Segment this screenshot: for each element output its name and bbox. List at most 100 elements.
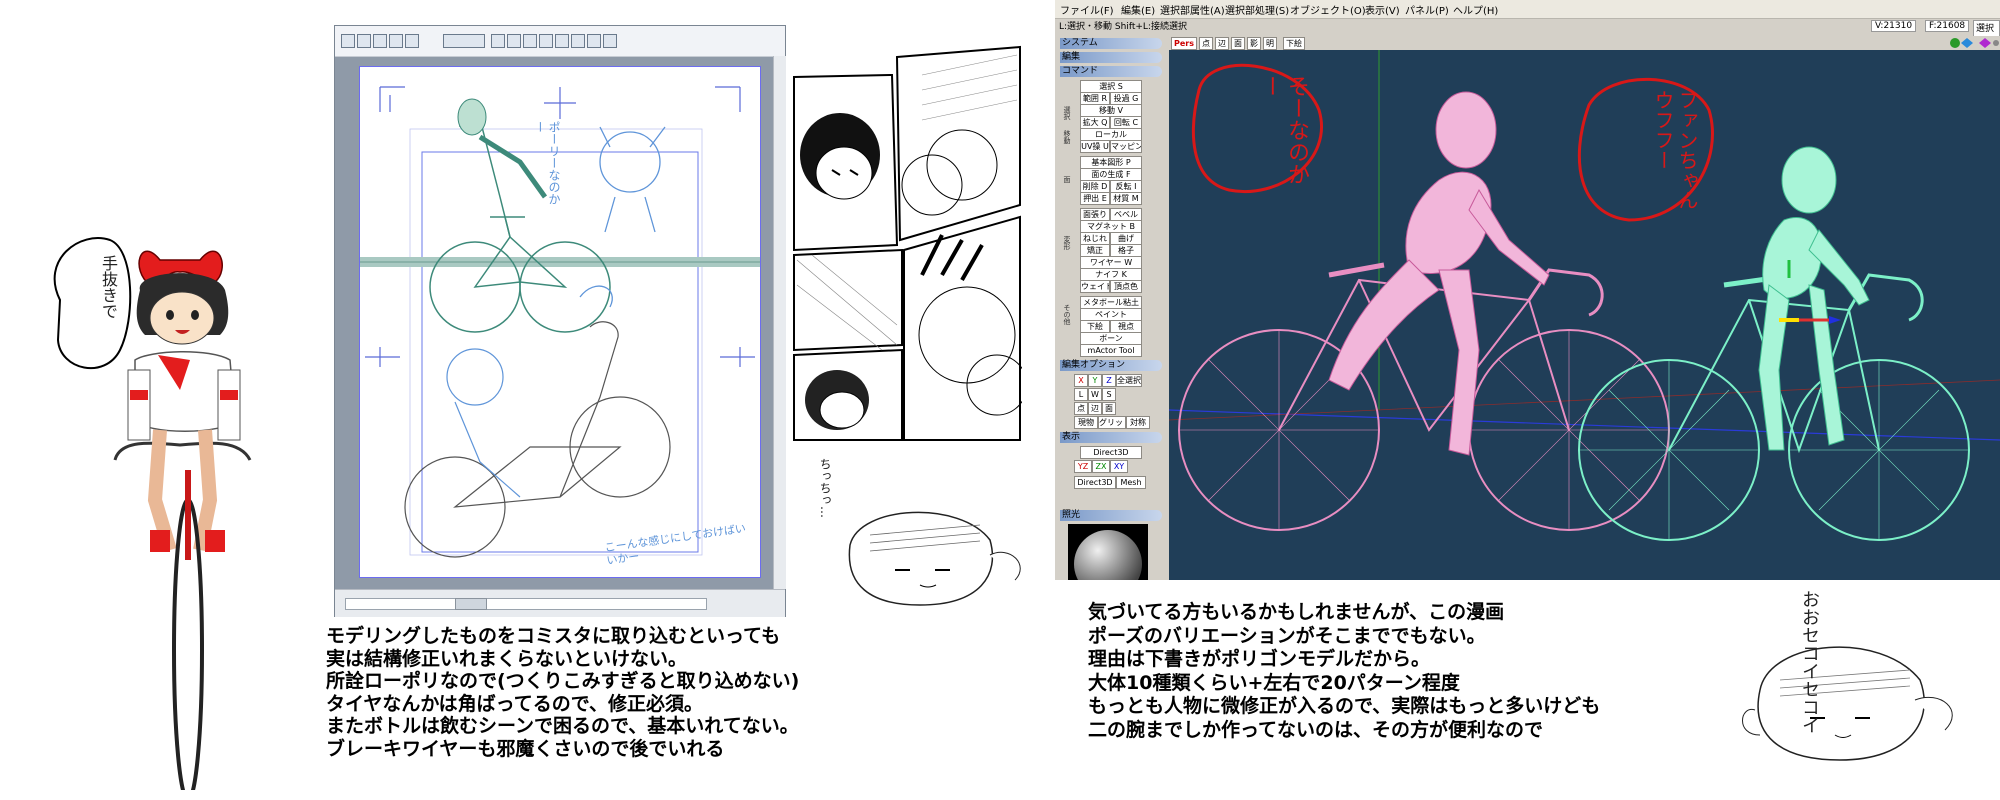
viewport-toolbar: Pers 点 辺 面 影 明 下絵: [1169, 36, 2000, 50]
toolbar-button[interactable]: [587, 34, 601, 48]
side-label-deform: 変形: [1063, 236, 1071, 250]
view-xy[interactable]: XY: [1110, 460, 1128, 473]
cmd-weight[interactable]: ウェイト: [1080, 280, 1110, 293]
direct3d-toggle[interactable]: Direct3D: [1080, 446, 1142, 459]
view-face-button[interactable]: 面: [1231, 37, 1245, 50]
menu-view[interactable]: 表示(V): [1365, 2, 1400, 17]
command-panel: システム 編集 コマンド 選択 S 範囲 R 投過 G 移動 V 拡大 Q 回転…: [1060, 36, 1168, 580]
option-l[interactable]: L: [1074, 388, 1088, 401]
caption-left-line: ブレーキワイヤーも邪魔くさいので後でいれる: [326, 737, 725, 760]
section-display[interactable]: 表示: [1060, 432, 1162, 443]
view-zx[interactable]: ZX: [1092, 460, 1110, 473]
caption-right-line: ポーズのバリエーションがそこまででもない。: [1088, 624, 1486, 647]
toolbar-button[interactable]: [357, 34, 371, 48]
chibi-sketch-middle: [848, 511, 1021, 606]
corner-sketch-text: おおセコイセコイ: [1799, 590, 1820, 734]
axis-x-toggle[interactable]: X: [1074, 374, 1088, 387]
section-command[interactable]: コマンド: [1060, 66, 1162, 77]
cmd-uv[interactable]: UV操 U: [1080, 140, 1110, 153]
pink-figure-model: [1328, 91, 1550, 456]
sfx-small-text: ちっちっ…: [818, 458, 832, 518]
comicstudio-statusbar: [335, 589, 785, 617]
select-all-toggle[interactable]: 全選択: [1116, 374, 1142, 387]
toolbar-button[interactable]: [389, 34, 403, 48]
toolbar-button[interactable]: [405, 34, 419, 48]
annotation-right-text: ファンちゃんウフフー: [1651, 90, 1699, 210]
caption-left: モデリングしたものをコミスタに取り込むといっても 実は結構修正いれまくらないとい…: [326, 625, 799, 760]
cmd-material[interactable]: 材質 M: [1110, 192, 1142, 205]
horizontal-scrollbar[interactable]: [345, 598, 707, 610]
grid-toggle[interactable]: グリッド: [1098, 416, 1126, 429]
caption-right-line: 大体10種類くらい+左右で20パターン程度: [1088, 671, 1460, 694]
toolbar-button[interactable]: [603, 34, 617, 48]
caption-right-line: もっとも人物に微修正が入るので、実際はもっと多いけども: [1088, 695, 1601, 717]
object-toggle[interactable]: 現物: [1074, 416, 1098, 429]
vertical-scrollbar[interactable]: [773, 56, 786, 589]
zoom-field[interactable]: [443, 34, 485, 48]
section-edit-option[interactable]: 編集オプション: [1060, 360, 1162, 371]
comicstudio-window: ポーリーなのかー こーんな感じにしておけばいいかー: [334, 25, 786, 617]
caption-right: 気づいてる方もいるかもしれませんが、この漫画 ポーズのバリエーションがそこまでで…: [1088, 601, 1600, 742]
3d-viewport[interactable]: そーなのかー ファンちゃんウフフー: [1168, 50, 2000, 580]
face-count: F:21608: [1925, 20, 1970, 32]
menu-help[interactable]: ヘルプ(H): [1453, 2, 1498, 17]
cmd-vertex-color[interactable]: 頂点色: [1110, 280, 1142, 293]
symmetry-toggle[interactable]: 対称: [1126, 416, 1150, 429]
toolbar-button[interactable]: [555, 34, 569, 48]
toolbar-button[interactable]: [539, 34, 553, 48]
menu-bar: ファイル(F) 編集(E) 選択部属性(A) 選択部処理(S) オブジェクト(O…: [1055, 0, 2000, 19]
toolbar-button[interactable]: [571, 34, 585, 48]
side-label-move: 移動: [1063, 130, 1071, 144]
toolbar-button[interactable]: [523, 34, 537, 48]
menu-object[interactable]: オブジェクト(O): [1290, 2, 1366, 17]
view-pers-button[interactable]: Pers: [1171, 37, 1197, 50]
caption-left-line: モデリングしたものをコミスタに取り込むといっても: [326, 625, 781, 647]
menu-edit[interactable]: 編集(E): [1121, 2, 1155, 17]
view-underlay-button[interactable]: 下絵: [1283, 37, 1305, 50]
view-point-button[interactable]: 点: [1199, 37, 1213, 50]
caption-right-line: 気づいてる方もいるかもしれませんが、この漫画: [1088, 601, 1505, 623]
green-figure-model: [1758, 146, 1870, 451]
comic-page-excerpt: [792, 45, 1022, 445]
caption-left-line: 実は結構修正いれまくらないといけない。: [326, 647, 688, 670]
mesh-toggle[interactable]: Mesh: [1116, 476, 1146, 489]
axis-z-toggle[interactable]: Z: [1102, 374, 1116, 387]
scrollbar-thumb[interactable]: [455, 598, 487, 610]
side-label-other: その他: [1063, 304, 1071, 325]
option-s[interactable]: S: [1102, 388, 1116, 401]
section-light[interactable]: 照光: [1060, 510, 1162, 521]
direct3d-secondary[interactable]: Direct3D: [1074, 476, 1116, 489]
view-shadow-button[interactable]: 影: [1247, 37, 1261, 50]
point-mode-toggle[interactable]: 点: [1074, 402, 1088, 415]
navigation-icons[interactable]: [1949, 36, 1999, 50]
speech-text: 手抜きで: [99, 255, 118, 319]
menu-selection-attr[interactable]: 選択部属性(A): [1160, 2, 1225, 17]
toolbar-button[interactable]: [491, 34, 505, 48]
menu-file[interactable]: ファイル(F): [1060, 2, 1114, 17]
face-mode-toggle[interactable]: 面: [1102, 402, 1116, 415]
metasequoia-window: ファイル(F) 編集(E) 選択部属性(A) 選択部処理(S) オブジェクト(O…: [1055, 0, 2000, 580]
toolbar-button[interactable]: [507, 34, 521, 48]
view-light-button[interactable]: 明: [1263, 37, 1277, 50]
sketch-note-1: ポーリーなのかー: [533, 121, 561, 205]
section-edit[interactable]: 編集: [1060, 52, 1162, 63]
edge-mode-toggle[interactable]: 辺: [1088, 402, 1102, 415]
toolbar-button[interactable]: [373, 34, 387, 48]
caption-left-line: タイヤなんかは角ばってるので、修正必須。: [326, 692, 703, 715]
caption-left-line: またボトルは飲むシーンで困るので、基本いれてない。: [326, 715, 799, 737]
annotation-left-text: そーなのかー: [1258, 75, 1309, 185]
view-yz[interactable]: YZ: [1074, 460, 1092, 473]
axis-y-toggle[interactable]: Y: [1088, 374, 1102, 387]
cmd-mactor-tool[interactable]: mActor Tool: [1080, 344, 1142, 357]
section-system[interactable]: システム: [1060, 38, 1162, 49]
caption-right-line: 二の腕までしか作ってないのは、その方が便利なので: [1088, 718, 1544, 741]
toolbar-button[interactable]: [341, 34, 355, 48]
cmd-mapping[interactable]: マッピング: [1110, 140, 1142, 153]
menu-selection-proc[interactable]: 選択部処理(S): [1225, 2, 1289, 17]
menu-panel[interactable]: パネル(P): [1405, 2, 1449, 17]
side-label-face: 面: [1063, 176, 1071, 183]
cmd-extrude[interactable]: 押出 E: [1080, 192, 1110, 205]
view-edge-button[interactable]: 辺: [1215, 37, 1229, 50]
light-preview-sphere[interactable]: [1068, 524, 1148, 580]
option-w[interactable]: W: [1088, 388, 1102, 401]
